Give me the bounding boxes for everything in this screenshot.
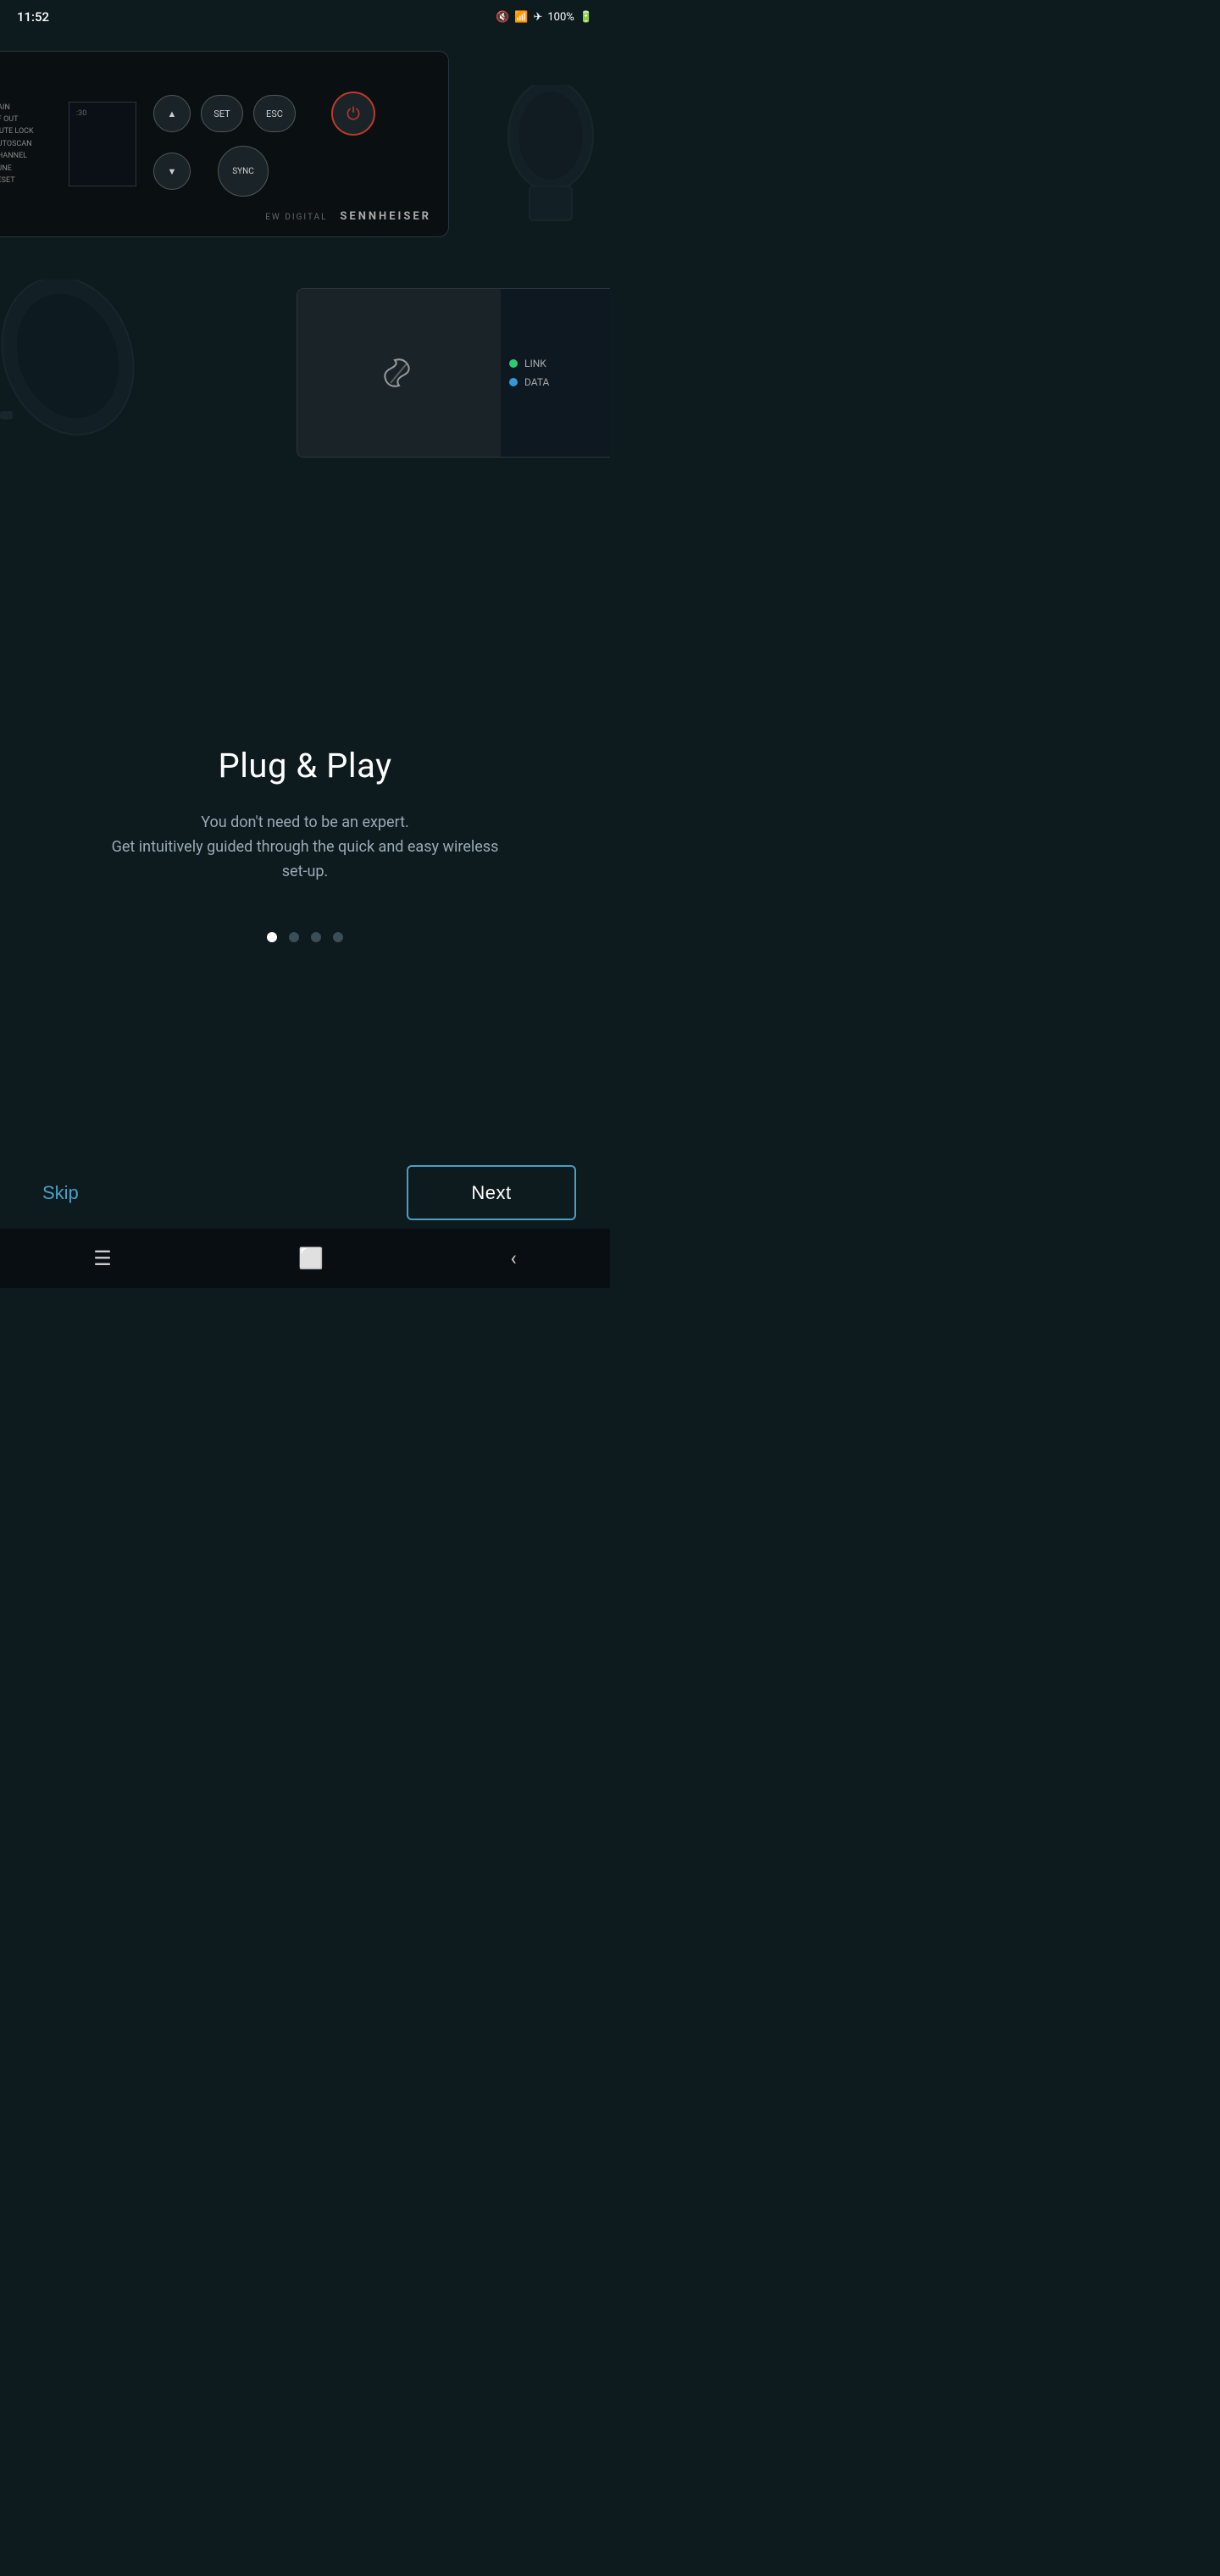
info-line-mutelock: MUTE LOCK	[0, 125, 60, 137]
dot-3	[311, 932, 321, 942]
wifi-icon: 📶	[514, 11, 528, 24]
next-button[interactable]: Next	[407, 1165, 576, 1220]
skip-button[interactable]: Skip	[34, 1174, 87, 1213]
dot-4	[333, 932, 343, 942]
sennheiser-brand: SENNHEISER	[340, 210, 431, 223]
info-line-gain: GAIN	[0, 102, 60, 114]
dots-indicator	[0, 932, 610, 942]
menu-icon[interactable]: ☰	[93, 1246, 112, 1270]
description: You don't need to be an expert. Get intu…	[102, 811, 508, 884]
link-label: LINK	[524, 358, 546, 369]
brand-label: EW DIGITAL SENNHEISER	[265, 210, 431, 223]
receiver-panel: GAIN AF OUT MUTE LOCK AUTOSCAN CHANNEL T…	[0, 51, 449, 237]
sync-label: SYNC	[232, 167, 254, 176]
home-icon[interactable]: ⬜	[298, 1246, 324, 1270]
dot-1	[267, 932, 277, 942]
receiver-screen	[297, 289, 501, 457]
power-icon: ⏻	[347, 103, 360, 124]
main-title: Plug & Play	[25, 746, 585, 786]
status-time: 11:52	[17, 9, 49, 25]
info-line-autoscan: AUTOSCAN	[0, 138, 60, 150]
control-buttons: ▲ SET ESC ⏻ ▼ SYNC	[153, 92, 375, 197]
panel-info: GAIN AF OUT MUTE LOCK AUTOSCAN CHANNEL T…	[0, 102, 60, 187]
status-icons: 🔇 📶 ✈ 100% 🔋	[496, 11, 593, 24]
led-dot-blue	[509, 378, 518, 386]
airplane-icon: ✈	[533, 11, 542, 24]
top-btn-row: ▲ SET ESC ⏻	[153, 92, 375, 136]
small-receiver: LINK DATA	[297, 288, 610, 458]
info-line-tune: TUNE	[0, 163, 60, 175]
back-icon[interactable]: ‹	[511, 1246, 517, 1270]
info-line-channel: CHANNEL	[0, 150, 60, 162]
bottom-nav: Skip Next	[0, 1165, 610, 1220]
nav-bar: ☰ ⬜ ‹	[0, 1229, 610, 1288]
mic-silhouette-left	[0, 280, 229, 449]
info-line-reset: RESET	[0, 175, 60, 186]
down-button[interactable]: ▼	[153, 153, 191, 190]
mute-icon: 🔇	[496, 11, 509, 24]
power-button[interactable]: ⏻	[331, 92, 375, 136]
dot-2	[289, 932, 299, 942]
content-area: Plug & Play You don't need to be an expe…	[0, 712, 610, 901]
led-dot-green	[509, 359, 518, 368]
led-data: DATA	[509, 376, 549, 388]
device-row: LINK DATA	[0, 271, 610, 475]
sync-button[interactable]: SYNC	[218, 146, 269, 197]
up-button[interactable]: ▲	[153, 95, 191, 132]
led-link: LINK	[509, 358, 546, 369]
info-line-afout: AF OUT	[0, 114, 60, 125]
esc-button[interactable]: ESC	[253, 95, 296, 132]
status-bar: 11:52 🔇 📶 ✈ 100% 🔋	[0, 0, 610, 34]
data-label: DATA	[524, 376, 549, 388]
battery-icon: 🔋	[580, 11, 593, 24]
set-button[interactable]: SET	[201, 95, 243, 132]
hero-area: GAIN AF OUT MUTE LOCK AUTOSCAN CHANNEL T…	[0, 34, 610, 678]
battery-text: 100%	[547, 11, 574, 24]
bottom-btn-row: ▼ SYNC	[153, 146, 375, 197]
panel-screen-time: :30	[76, 109, 86, 118]
mic-silhouette-top	[483, 85, 610, 237]
receiver-side: LINK DATA	[501, 289, 610, 457]
